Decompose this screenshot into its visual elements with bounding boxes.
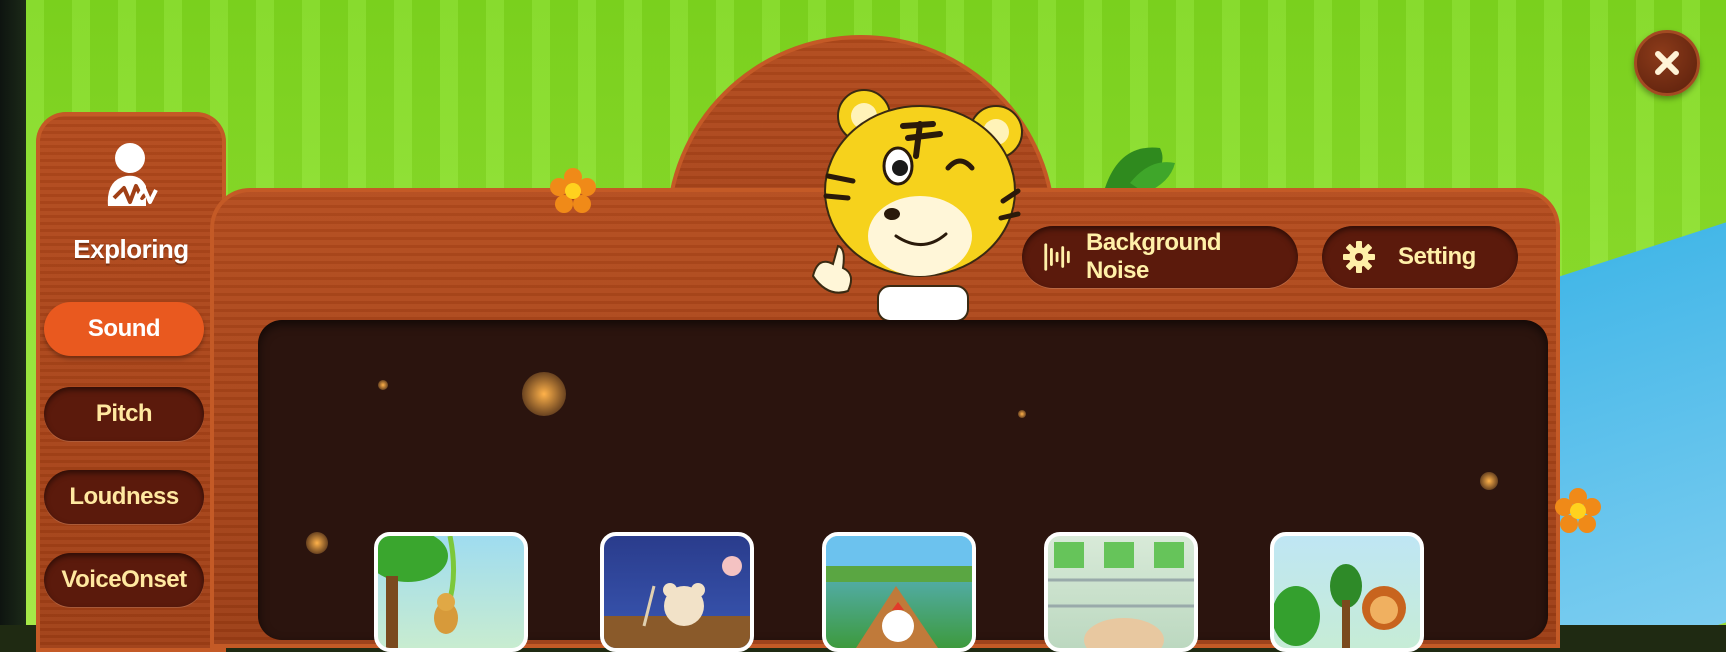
mode-sidebar: Exploring Sound Pitch Loudness VoiceOnse…	[36, 112, 226, 652]
background-noise-button[interactable]: Background Noise	[1022, 226, 1298, 288]
bear-night-illustration	[604, 556, 750, 648]
rooster-barn-illustration	[826, 536, 972, 648]
close-button[interactable]	[1634, 30, 1700, 96]
bear-night-card[interactable]	[600, 532, 754, 652]
hamster-cage-card[interactable]	[1044, 532, 1198, 652]
sparkle	[378, 380, 388, 390]
hamster-cage-illustration	[1048, 542, 1194, 648]
sidebar-item-loudness[interactable]: Loudness	[44, 470, 204, 524]
sidebar-item-voiceonset[interactable]: VoiceOnset	[44, 553, 204, 607]
gear-icon	[1343, 241, 1375, 273]
monkey-vine-card[interactable]	[374, 532, 528, 652]
sparkle	[1480, 472, 1498, 490]
sidebar-heading: Exploring	[73, 234, 189, 264]
sky-backdrop	[1556, 222, 1726, 625]
sparkle	[522, 372, 566, 416]
tiger-mascot	[811, 89, 1023, 321]
sparkle	[1018, 410, 1026, 418]
setting-button[interactable]: Setting	[1322, 226, 1518, 288]
sidebar-item-pitch[interactable]: Pitch	[44, 387, 204, 441]
background-noise-label: Background Noise	[1086, 229, 1222, 284]
rooster-barn-card[interactable]	[822, 532, 976, 652]
sparkle	[306, 532, 328, 554]
screen-bezel	[0, 0, 26, 625]
lion-forest-card[interactable]	[1270, 532, 1424, 652]
flower-decoration	[550, 168, 596, 213]
close-icon	[1655, 51, 1679, 75]
sound-wave-icon	[1044, 243, 1070, 271]
person-voice-wave-icon	[107, 143, 158, 206]
sidebar-item-sound[interactable]: Sound	[44, 302, 204, 356]
setting-label: Setting	[1398, 243, 1476, 270]
lion-forest-illustration	[1274, 564, 1406, 648]
flower-decoration	[1555, 488, 1601, 533]
monkey-vine-illustration	[378, 536, 458, 648]
